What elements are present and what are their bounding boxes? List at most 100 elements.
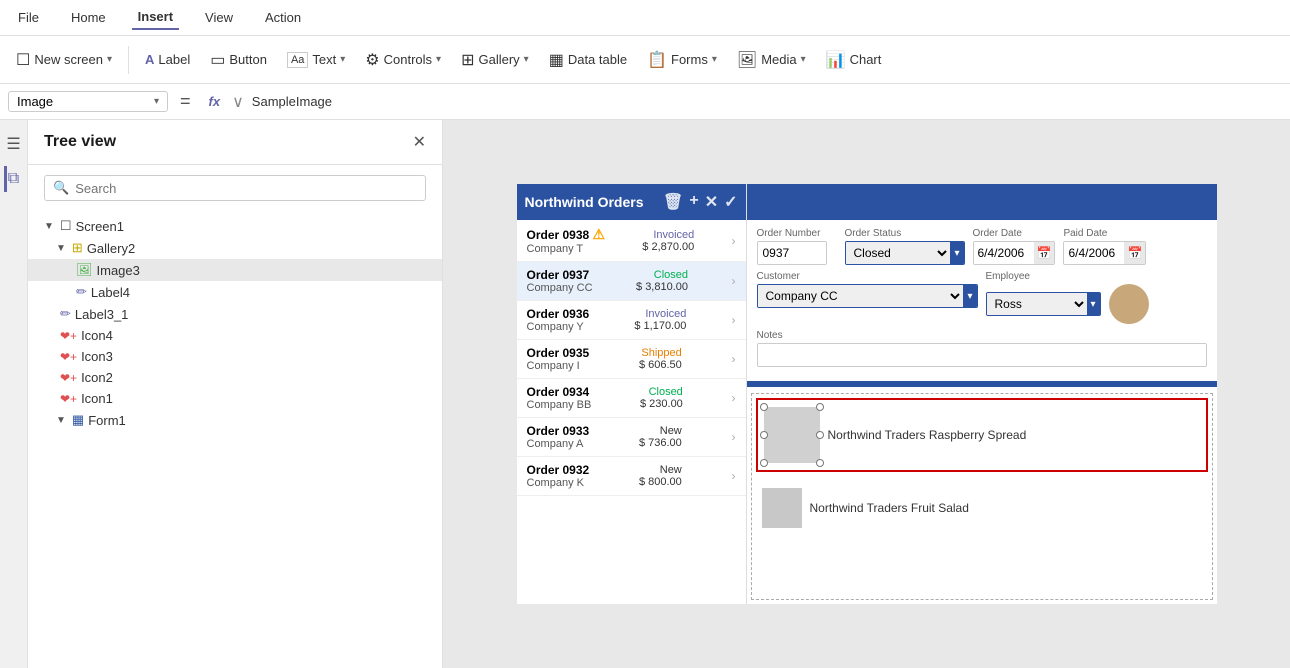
order-0933-status: New xyxy=(660,425,682,437)
search-input[interactable] xyxy=(75,181,417,196)
product-1-name: Northwind Traders Raspberry Spread xyxy=(828,428,1027,442)
order-0935-amount: $ 606.50 xyxy=(639,359,682,371)
notes-input[interactable] xyxy=(757,343,1207,367)
icon3-label: Icon3 xyxy=(81,349,113,364)
product-selected-box[interactable]: Northwind Traders Raspberry Spread xyxy=(756,398,1208,472)
text-button[interactable]: Aa Text ▾ xyxy=(279,48,353,72)
label4-label: Label4 xyxy=(91,285,130,300)
tree-item-gallery2[interactable]: ▼ ⊞ Gallery2 xyxy=(28,237,442,259)
tree-item-label4[interactable]: ✏ Label4 xyxy=(28,281,442,303)
button-button[interactable]: ▭ Button xyxy=(202,46,275,74)
order-0934-status: Closed xyxy=(649,386,683,398)
tree-item-label3-1[interactable]: ✏ Label3_1 xyxy=(28,303,442,325)
forms-button[interactable]: 📋 Forms ▾ xyxy=(639,46,725,74)
chart-button[interactable]: 📊 Chart xyxy=(818,46,890,74)
order-item-0936[interactable]: Order 0936 Company Y Invoiced $ 1,170.00… xyxy=(517,301,746,340)
search-box: 🔍 xyxy=(44,175,426,201)
field-order-date: Order Date 📅 xyxy=(973,228,1056,265)
order-0932-num: Order 0932 xyxy=(527,463,590,477)
order-status-select[interactable]: Closed xyxy=(846,241,951,265)
order-status-caret: ▾ xyxy=(950,242,963,264)
paid-date-input[interactable] xyxy=(1064,241,1124,265)
icon2-label: Icon2 xyxy=(81,370,113,385)
handle-ml[interactable] xyxy=(760,431,768,439)
nw-close-icon[interactable]: ✕ xyxy=(705,192,718,212)
handle-bl[interactable] xyxy=(760,459,768,467)
new-screen-icon: ☐ xyxy=(16,50,30,70)
customer-select[interactable]: Company CC xyxy=(758,284,964,308)
handle-tr[interactable] xyxy=(816,403,824,411)
employee-row: Ross ▾ xyxy=(986,284,1207,324)
order-status-select-wrap: Closed ▾ xyxy=(845,241,965,265)
tree-item-icon3[interactable]: ❤+ Icon3 xyxy=(28,346,442,367)
order-0932-arrow: › xyxy=(731,469,735,483)
icon4-label: Icon4 xyxy=(81,328,113,343)
formula-expand-icon[interactable]: ∨ xyxy=(232,92,244,112)
menu-home[interactable]: Home xyxy=(65,6,112,29)
notes-label: Notes xyxy=(757,330,1207,341)
order-0933-arrow: › xyxy=(731,430,735,444)
label3-1-label: Label3_1 xyxy=(75,307,129,322)
employee-select[interactable]: Ross xyxy=(987,292,1087,316)
product-image-placeholder xyxy=(764,407,820,463)
menu-view[interactable]: View xyxy=(199,6,239,29)
tree-item-screen1[interactable]: ▼ ☐ Screen1 xyxy=(28,215,442,237)
order-0938-amount: $ 2,870.00 xyxy=(642,241,694,253)
handle-tl[interactable] xyxy=(760,403,768,411)
controls-button[interactable]: ⚙ Controls ▾ xyxy=(357,46,449,74)
handle-mr[interactable] xyxy=(816,431,824,439)
tree-item-icon1[interactable]: ❤+ Icon1 xyxy=(28,388,442,409)
product-2-image xyxy=(762,488,802,528)
order-item-0938[interactable]: Order 0938 ⚠ Company T Invoiced $ 2,870.… xyxy=(517,220,746,262)
controls-icon: ⚙ xyxy=(365,50,379,70)
toolbar: ☐ New screen ▾ A Label ▭ Button Aa Text … xyxy=(0,36,1290,84)
forms-caret: ▾ xyxy=(712,54,717,65)
layers-icon[interactable]: ⧉ xyxy=(4,166,23,192)
warning-icon-0938: ⚠ xyxy=(593,226,606,242)
nw-add-icon[interactable]: + xyxy=(689,192,698,212)
tree-item-image3[interactable]: 🖼 Image3 xyxy=(28,259,442,281)
tree-item-icon4[interactable]: ❤+ Icon4 xyxy=(28,325,442,346)
paid-date-label: Paid Date xyxy=(1063,228,1146,239)
menu-insert[interactable]: Insert xyxy=(132,5,179,30)
hamburger-icon[interactable]: ☰ xyxy=(2,130,24,158)
left-panel: Tree view ✕ 🔍 ▼ ☐ Screen1 ▼ ⊞ Gallery2 xyxy=(28,120,443,668)
order-item-0937[interactable]: Order 0937 Company CC Closed $ 3,810.00 … xyxy=(517,262,746,301)
tree-item-icon2[interactable]: ❤+ Icon2 xyxy=(28,367,442,388)
media-button[interactable]: 🖼 Media ▾ xyxy=(729,46,814,74)
order-number-input[interactable] xyxy=(757,241,827,265)
order-0934-amount: $ 230.00 xyxy=(640,398,683,410)
datatable-icon: ▦ xyxy=(549,50,564,70)
product-2-item[interactable]: Northwind Traders Fruit Salad xyxy=(756,482,1208,534)
menu-file[interactable]: File xyxy=(12,6,45,29)
menu-action[interactable]: Action xyxy=(259,6,307,29)
datatable-button[interactable]: ▦ Data table xyxy=(541,46,635,74)
order-date-cal-icon[interactable]: 📅 xyxy=(1034,242,1055,264)
tree-item-form1[interactable]: ▼ ▦ Form1 xyxy=(28,409,442,431)
formula-eq: = xyxy=(174,91,197,112)
nw-form: Order Number Order Status Closed ▾ xyxy=(747,220,1217,381)
order-item-0932[interactable]: Order 0932 Company K New $ 800.00 › xyxy=(517,457,746,496)
product-2-name: Northwind Traders Fruit Salad xyxy=(810,501,969,515)
form-row-1: Order Number Order Status Closed ▾ xyxy=(757,228,1207,265)
gallery-button[interactable]: ⊞ Gallery ▾ xyxy=(453,46,537,74)
formula-selector[interactable]: Image ▾ xyxy=(8,91,168,112)
nw-trash-icon[interactable]: 🗑 xyxy=(663,192,683,212)
customer-label: Customer xyxy=(757,271,978,282)
formula-input[interactable] xyxy=(250,92,1282,111)
handle-br[interactable] xyxy=(816,459,824,467)
order-item-0934[interactable]: Order 0934 Company BB Closed $ 230.00 › xyxy=(517,379,746,418)
screen1-label: Screen1 xyxy=(76,219,124,234)
label-button[interactable]: A Label xyxy=(137,48,198,71)
products-header-bar xyxy=(747,381,1217,387)
order-date-input[interactable] xyxy=(974,241,1034,265)
order-item-0933[interactable]: Order 0933 Company A New $ 736.00 › xyxy=(517,418,746,457)
nw-check-icon[interactable]: ✓ xyxy=(724,192,737,212)
panel-close-button[interactable]: ✕ xyxy=(413,132,426,152)
nw-header: Northwind Orders 🗑 + ✕ ✓ xyxy=(517,184,746,220)
panel-title: Tree view xyxy=(44,133,116,151)
new-screen-button[interactable]: ☐ New screen ▾ xyxy=(8,46,120,74)
paid-date-cal-icon[interactable]: 📅 xyxy=(1124,242,1145,264)
order-item-0935[interactable]: Order 0935 Company I Shipped $ 606.50 › xyxy=(517,340,746,379)
employee-label: Employee xyxy=(986,271,1207,282)
